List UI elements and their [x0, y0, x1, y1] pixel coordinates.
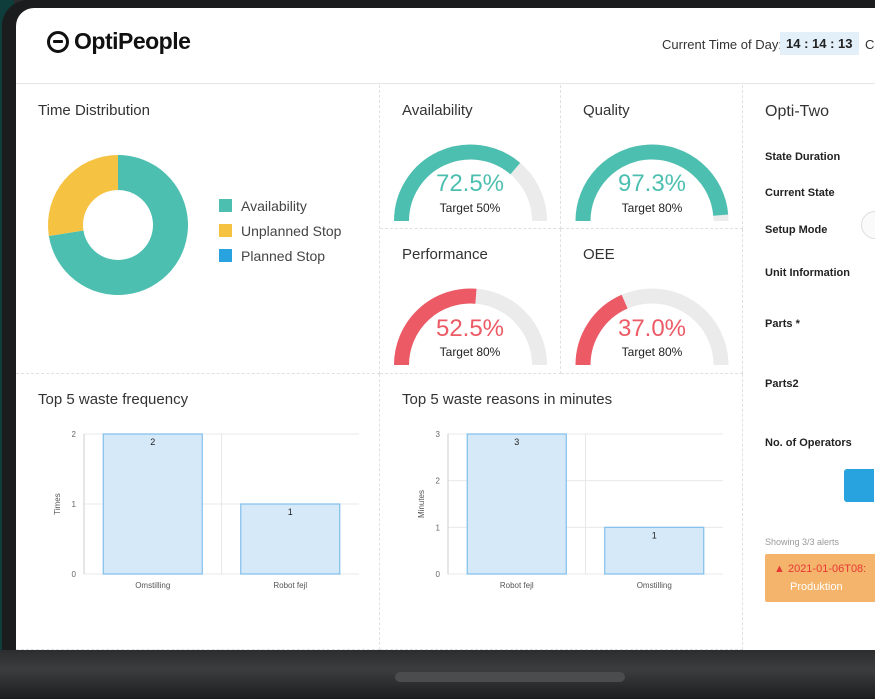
alert-timestamp: ▲ 2021-01-06T08: [774, 563, 866, 575]
quality-panel: Quality 97.3% Target 80% [561, 85, 743, 229]
legend-item-planned-stop[interactable]: Planned Stop [219, 243, 341, 268]
donut-slice[interactable] [48, 155, 118, 236]
bar-value-label: 3 [514, 437, 519, 447]
legend-swatch [219, 224, 232, 237]
panel-title: Opti-Two [765, 103, 830, 120]
y-tick-label: 0 [436, 570, 441, 579]
app-header: OptiPeople Current Time of Day: 14 : 14 … [16, 8, 875, 84]
logo-icon [47, 30, 69, 53]
y-tick-label: 1 [72, 500, 77, 509]
time-distribution-legend: Availability Unplanned Stop Planned Stop [219, 193, 341, 268]
unit-information-label: Unit Information [765, 267, 850, 279]
gauge-target: Target 80% [621, 345, 683, 359]
y-tick-label: 2 [436, 477, 441, 486]
oee-panel: OEE 37.0% Target 80% [561, 229, 743, 374]
x-tick-label: Omstilling [637, 581, 672, 590]
legend-label: Planned Stop [241, 247, 326, 264]
current-state-label: Current State [765, 187, 835, 199]
performance-panel: Performance 52.5% Target 80% [380, 229, 561, 374]
waste-minutes-chart: 0 1 2 3 Minutes 3 Robot fejl 1 Omstilling [417, 430, 723, 590]
parts-label: Parts * [765, 318, 800, 330]
gauge-target: Target 80% [621, 201, 683, 215]
x-tick-label: Omstilling [135, 581, 170, 590]
gauge-value: 97.3% [617, 170, 687, 197]
y-tick-label: 3 [436, 430, 441, 439]
current-time-label: Current Time of Day: [662, 37, 782, 52]
dashboard-screen: OptiPeople Current Time of Day: 14 : 14 … [16, 8, 875, 650]
waste-minutes-panel: Top 5 waste reasons in minutes 0 1 2 3 Minut… [380, 374, 743, 650]
bar[interactable] [102, 433, 203, 575]
gauge-value: 37.0% [617, 315, 687, 342]
parts2-label: Parts2 [765, 378, 799, 390]
legend-item-unplanned-stop[interactable]: Unplanned Stop [219, 218, 341, 243]
x-tick-label: Robot fejl [273, 581, 307, 590]
waste-frequency-panel: Top 5 waste frequency 0 1 2 Times 2 Omstillin… [16, 374, 380, 650]
alert-state: Produktion [790, 581, 843, 593]
legend-swatch [219, 249, 232, 262]
opti-two-panel: Opti-Two State Duration Current State Se… [743, 85, 875, 650]
gauge-target: Target 50% [439, 201, 501, 215]
bar[interactable] [466, 433, 567, 575]
logo[interactable]: OptiPeople [47, 28, 191, 55]
legend-label: Unplanned Stop [241, 222, 342, 239]
waste-frequency-chart: 0 1 2 Times 2 Omstilling 1 Robot fejl [53, 430, 359, 590]
y-tick-label: 1 [436, 523, 441, 532]
bar-value-label: 1 [288, 507, 293, 517]
setup-mode-toggle[interactable] [861, 211, 875, 239]
setup-mode-label: Setup Mode [765, 224, 828, 236]
gauge-value: 52.5% [435, 315, 505, 342]
laptop-notch [395, 672, 625, 682]
alert-item[interactable]: ▲ 2021-01-06T08: Produktion [765, 554, 875, 602]
legend-item-availability[interactable]: Availability [219, 193, 341, 218]
submit-button[interactable] [844, 469, 874, 502]
bar-value-label: 2 [150, 437, 155, 447]
alerts-count: Showing 3/3 alerts [765, 537, 840, 547]
x-tick-label: Robot fejl [500, 581, 534, 590]
availability-panel: Availability 72.5% Target 50% [380, 85, 561, 229]
legend-swatch [219, 199, 232, 212]
y-axis-label: Times [53, 493, 62, 514]
state-duration-label: State Duration [765, 151, 841, 163]
logo-text: OptiPeople [74, 28, 191, 54]
operators-label: No. of Operators [765, 437, 852, 449]
header-overflow-text: C [865, 37, 875, 52]
gauge-target: Target 80% [439, 345, 501, 359]
time-distribution-panel: Time Distribution Availability Unplanned… [16, 85, 380, 374]
y-tick-label: 0 [72, 570, 77, 579]
gauge-value: 72.5% [435, 170, 505, 197]
y-tick-label: 2 [72, 430, 77, 439]
alert-time-text: 2021-01-06T08: [787, 563, 867, 575]
warning-icon: ▲ [774, 563, 785, 575]
y-axis-label: Minutes [417, 490, 426, 518]
legend-label: Availability [241, 197, 307, 214]
bar-value-label: 1 [652, 530, 657, 540]
current-time-value: 14 : 14 : 13 [780, 32, 859, 55]
